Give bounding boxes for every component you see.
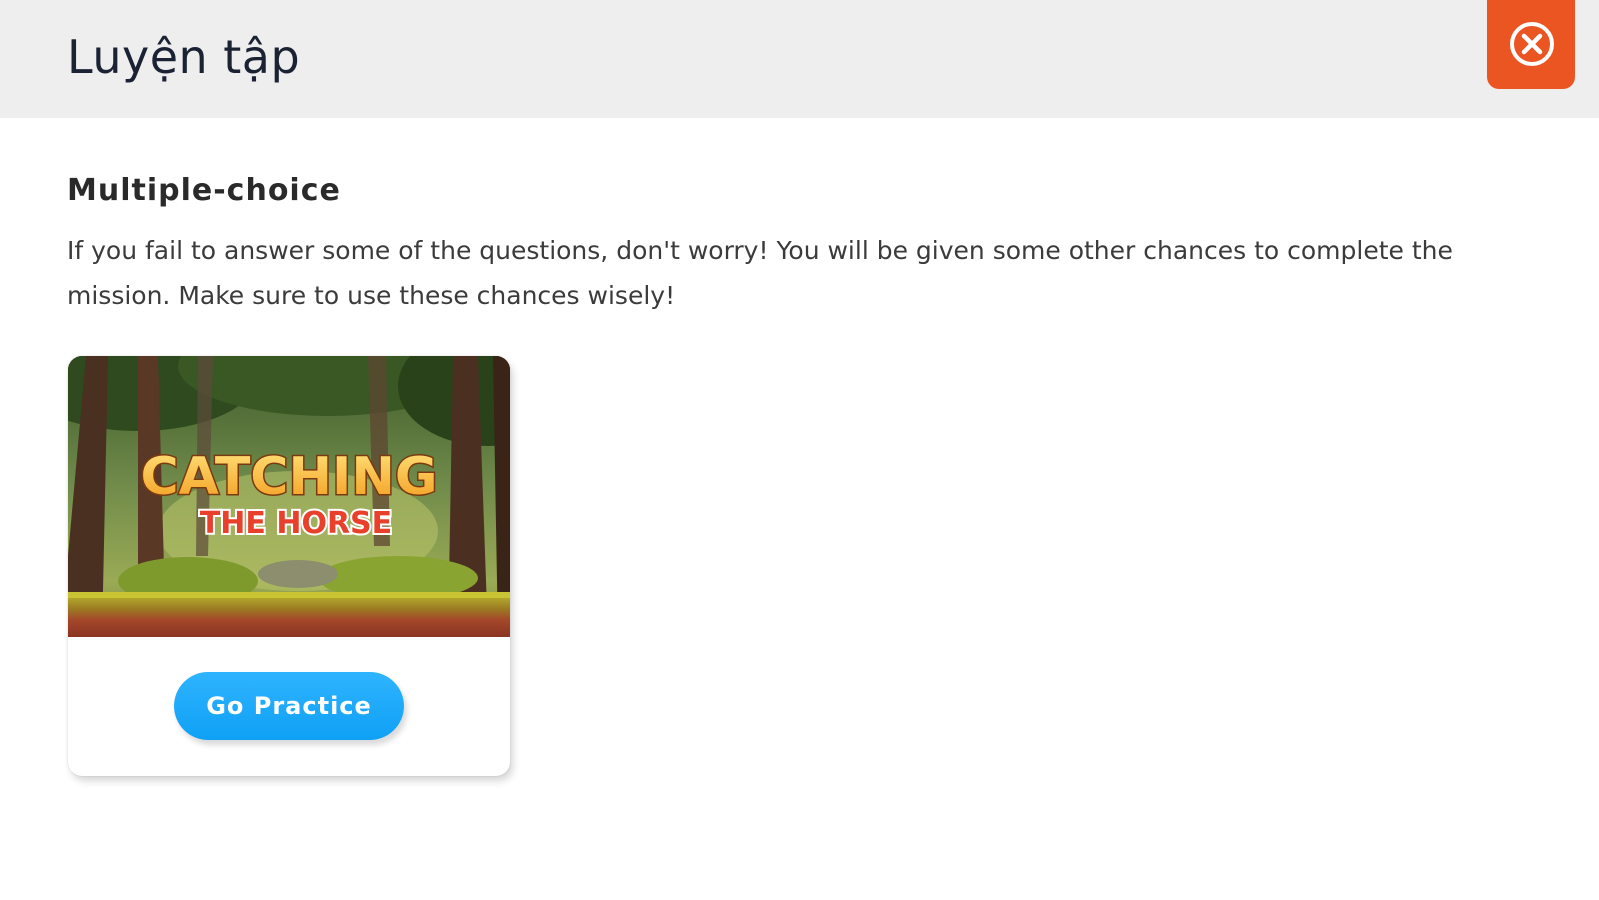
game-title-line1: CATCHING [140,447,437,507]
modal-title: Luyện tập [67,30,301,84]
go-practice-button[interactable]: Go Practice [174,672,404,740]
section-description: If you fail to answer some of the questi… [67,236,1453,310]
close-button[interactable] [1487,0,1575,89]
game-title-line2: THE HORSE [200,506,392,541]
practice-modal: Luyện tập Multiple-choice If you fail to… [0,0,1599,900]
game-thumbnail[interactable]: CATCHING THE HORSE [68,356,510,637]
modal-header: Luyện tập [0,0,1599,118]
game-card: CATCHING THE HORSE Go Practice [68,356,510,776]
section-title: Multiple-choice [67,173,341,208]
close-x-icon [1510,22,1554,66]
